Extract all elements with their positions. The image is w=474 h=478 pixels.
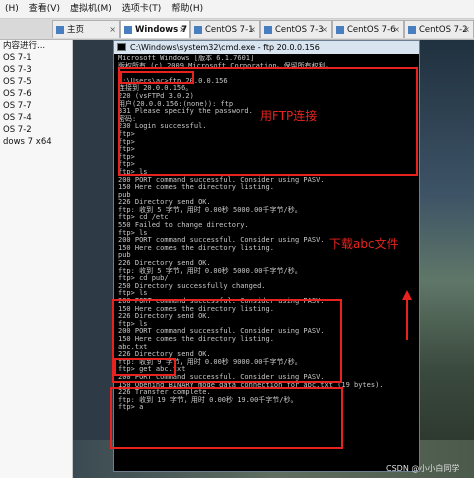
menu-tabs[interactable]: 选项卡(T) (117, 0, 167, 18)
vm-icon (194, 26, 202, 34)
cmd-title: C:\Windows\system32\cmd.exe - ftp 20.0.0… (130, 43, 320, 52)
menu-view[interactable]: 查看(V) (24, 0, 65, 18)
library-item-centos7-7[interactable]: OS 7-7 (0, 100, 72, 112)
vm-icon (264, 26, 272, 34)
library-item-centos7-5[interactable]: OS 7-5 (0, 76, 72, 88)
close-icon[interactable]: × (463, 21, 470, 38)
tab-label: 主页 (67, 25, 85, 35)
tab-centos7-6[interactable]: CentOS 7-6 × (332, 20, 404, 38)
menu-help-partial[interactable]: (H) (0, 0, 24, 18)
vm-icon (124, 26, 132, 34)
vm-desktop[interactable]: C:\Windows\system32\cmd.exe - ftp 20.0.0… (73, 40, 474, 478)
menu-vm[interactable]: 虚拟机(M) (65, 0, 117, 18)
tab-centos7-3[interactable]: CentOS 7-3 × (260, 20, 332, 38)
cmd-title-bar[interactable]: C:\Windows\system32\cmd.exe - ftp 20.0.0… (114, 41, 419, 54)
library-item-centos7-2[interactable]: OS 7-2 (0, 124, 72, 136)
vm-library-panel: 内容进行... OS 7-1 OS 7-3 OS 7-5 OS 7-6 OS 7… (0, 40, 73, 478)
library-item-centos7-3[interactable]: OS 7-3 (0, 64, 72, 76)
library-item-windows7[interactable]: dows 7 x64 (0, 136, 72, 148)
library-search-hint[interactable]: 内容进行... (0, 40, 72, 52)
tab-label: CentOS 7-1 (205, 25, 254, 35)
tab-windows7[interactable]: Windows 7 x64 × (120, 20, 190, 38)
library-item-centos7-1[interactable]: OS 7-1 (0, 52, 72, 64)
close-icon[interactable]: × (179, 21, 186, 38)
vm-icon (336, 26, 344, 34)
tab-label: CentOS 7-3 (275, 25, 324, 35)
tab-centos7-1[interactable]: CentOS 7-1 × (190, 20, 260, 38)
close-icon[interactable]: × (321, 21, 328, 38)
highlight-ftp-command (120, 71, 194, 84)
menu-help[interactable]: 帮助(H) (166, 0, 208, 18)
highlight-get-block (110, 387, 343, 449)
library-item-centos7-6[interactable]: OS 7-6 (0, 88, 72, 100)
library-item-centos7-4[interactable]: OS 7-4 (0, 112, 72, 124)
tab-centos7-2[interactable]: CentOS 7-2 × (404, 20, 474, 38)
console-line: 250 Directory successfully changed. (118, 281, 266, 290)
arrow-up-icon (402, 290, 412, 340)
menu-bar: (H) 查看(V) 虚拟机(M) 选项卡(T) 帮助(H) (0, 0, 474, 19)
watermark: CSDN @小小白同学 (386, 464, 460, 473)
annotation-download: 下载abc文件 (329, 237, 399, 251)
tab-home[interactable]: 主页 × (52, 20, 120, 38)
console-line: 550 Failed to change directory. (118, 221, 249, 230)
close-icon[interactable]: × (393, 21, 400, 38)
cmd-icon (117, 43, 126, 51)
close-icon[interactable]: × (249, 21, 256, 38)
close-icon[interactable]: × (109, 21, 116, 38)
home-icon (56, 26, 64, 34)
console-line: 150 Here comes the directory listing. (118, 183, 274, 192)
highlight-abc-file (114, 358, 176, 376)
tab-bar: 主页 × Windows 7 x64 × CentOS 7-1 × CentOS… (0, 19, 474, 40)
tab-label: CentOS 7-6 (347, 25, 396, 35)
tab-label: CentOS 7-2 (419, 25, 468, 35)
vm-icon (408, 26, 416, 34)
annotation-connect: 用FTP连接 (260, 109, 318, 123)
